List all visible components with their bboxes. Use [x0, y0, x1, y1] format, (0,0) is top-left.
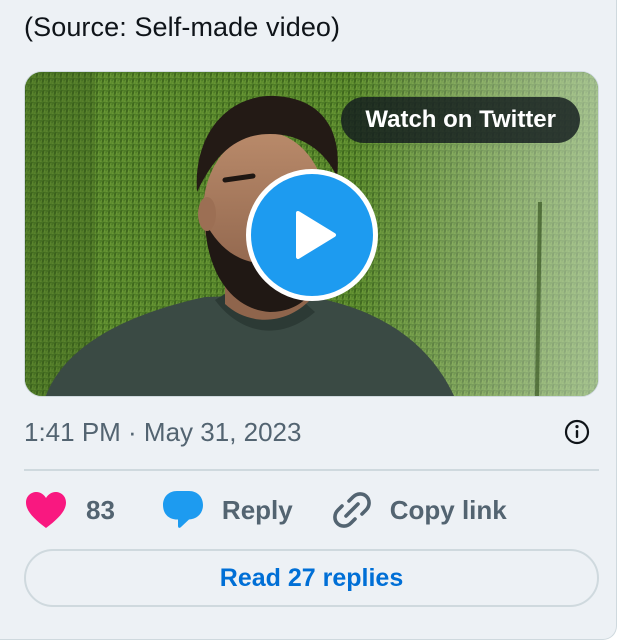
read-replies-button[interactable]: Read 27 replies: [24, 549, 599, 607]
reply-label: Reply: [221, 494, 293, 525]
copy-link-button[interactable]: Copy link: [331, 489, 507, 531]
info-icon[interactable]: [564, 419, 590, 445]
divider: [24, 469, 599, 471]
tweet-timestamp[interactable]: 1:41 PM · May 31, 2023: [24, 417, 301, 448]
video-embed[interactable]: Watch on Twitter: [24, 71, 599, 397]
source-caption: (Source: Self-made video): [24, 12, 341, 42]
watch-on-twitter-button[interactable]: Watch on Twitter: [341, 97, 580, 143]
reply-button[interactable]: Reply: [161, 489, 293, 531]
like-count: 83: [86, 494, 115, 525]
like-button[interactable]: 83: [24, 490, 115, 530]
heart-icon: [26, 492, 66, 528]
chat-bubble-icon: [162, 491, 203, 528]
play-button[interactable]: [246, 169, 378, 301]
play-icon: [296, 211, 336, 259]
tweet-card: (Source: Self-made video) Watch on Twitt…: [0, 0, 617, 640]
link-icon: [332, 492, 371, 528]
tweet-actions: 83 Reply Copy link: [24, 488, 507, 532]
copy-link-label: Copy link: [389, 494, 507, 525]
